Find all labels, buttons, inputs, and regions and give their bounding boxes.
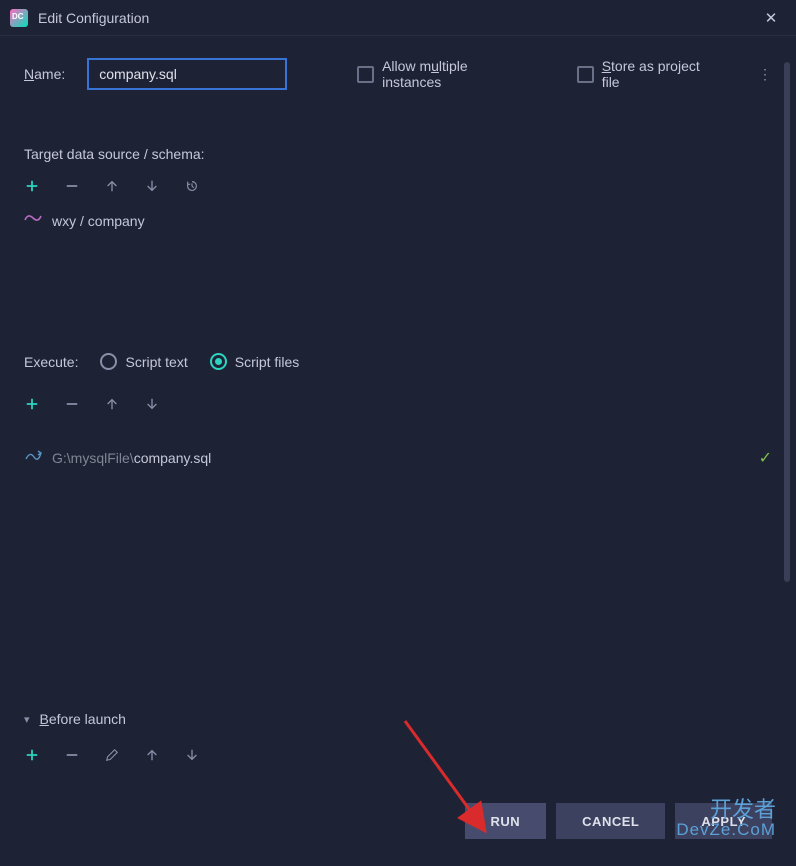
checkbox-icon [577,66,594,83]
title-bar: Edit Configuration ✕ [0,0,796,36]
add-icon[interactable] [24,747,40,763]
data-source-path: wxy / company [52,213,145,229]
apply-button[interactable]: APPLY [675,803,772,839]
down-icon[interactable] [184,747,200,763]
up-icon[interactable] [104,178,120,194]
more-options-icon[interactable]: ⋮ [758,72,772,76]
cancel-button[interactable]: CANCEL [556,803,665,839]
button-bar: RUN CANCEL APPLY [465,803,773,839]
name-label: Name: [24,66,65,82]
name-input[interactable] [87,58,287,90]
add-icon[interactable] [24,396,40,412]
script-file-name: company.sql [134,450,212,466]
up-icon[interactable] [104,396,120,412]
remove-icon[interactable] [64,747,80,763]
history-icon[interactable] [184,178,200,194]
edit-icon[interactable] [104,747,120,763]
execute-label: Execute: [24,354,78,370]
script-file-dir: G:\mysqlFile\ [52,450,134,466]
remove-icon[interactable] [64,178,80,194]
run-button[interactable]: RUN [465,803,547,839]
chevron-down-icon: ▾ [24,713,30,726]
radio-icon [100,353,117,370]
script-files-label: Script files [235,354,300,370]
execute-row: Execute: Script text Script files [24,353,772,370]
up-icon[interactable] [144,747,160,763]
down-icon[interactable] [144,178,160,194]
data-source-row[interactable]: wxy / company [24,212,772,229]
scripts-toolbar [24,396,772,412]
window-title: Edit Configuration [38,10,756,26]
before-launch-label: Before launch [40,711,126,727]
name-row: Name: Allow multiple instances Store as … [24,58,772,90]
store-as-project-label: Store as project file [602,58,720,90]
allow-multiple-checkbox[interactable]: Allow multiple instances [357,58,529,90]
close-icon[interactable]: ✕ [756,9,786,27]
content-area: Name: Allow multiple instances Store as … [0,36,796,853]
script-file-row[interactable]: G:\mysqlFile\company.sql ✓ [24,448,772,468]
before-launch-section[interactable]: ▾ Before launch [24,711,126,727]
radio-icon [210,353,227,370]
check-icon: ✓ [759,448,772,468]
remove-icon[interactable] [64,396,80,412]
script-text-label: Script text [125,354,187,370]
datasource-icon [24,212,42,229]
down-icon[interactable] [144,396,160,412]
checkbox-icon [357,66,374,83]
add-icon[interactable] [24,178,40,194]
script-files-radio[interactable]: Script files [210,353,300,370]
annotation-arrow [400,716,510,866]
before-launch-toolbar [24,747,200,763]
target-toolbar [24,178,772,194]
script-text-radio[interactable]: Script text [100,353,187,370]
target-label: Target data source / schema: [24,146,772,162]
sql-file-icon [24,449,42,468]
scrollbar[interactable] [784,62,790,582]
app-icon [10,9,28,27]
store-as-project-checkbox[interactable]: Store as project file [577,58,720,90]
allow-multiple-label: Allow multiple instances [382,58,529,90]
